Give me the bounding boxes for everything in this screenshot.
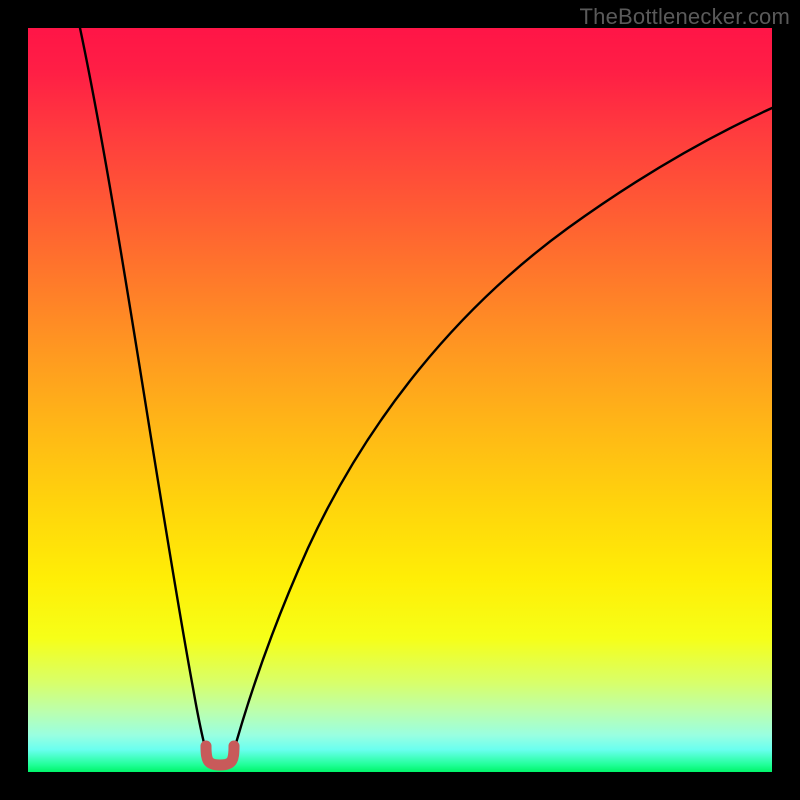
watermark-text: TheBottlenecker.com [580, 4, 790, 30]
left-branch-curve [80, 28, 209, 761]
chart-frame: TheBottlenecker.com [0, 0, 800, 800]
right-branch-curve [231, 108, 772, 761]
min-marker [206, 746, 234, 765]
plot-area [28, 28, 772, 772]
curves-svg [28, 28, 772, 772]
